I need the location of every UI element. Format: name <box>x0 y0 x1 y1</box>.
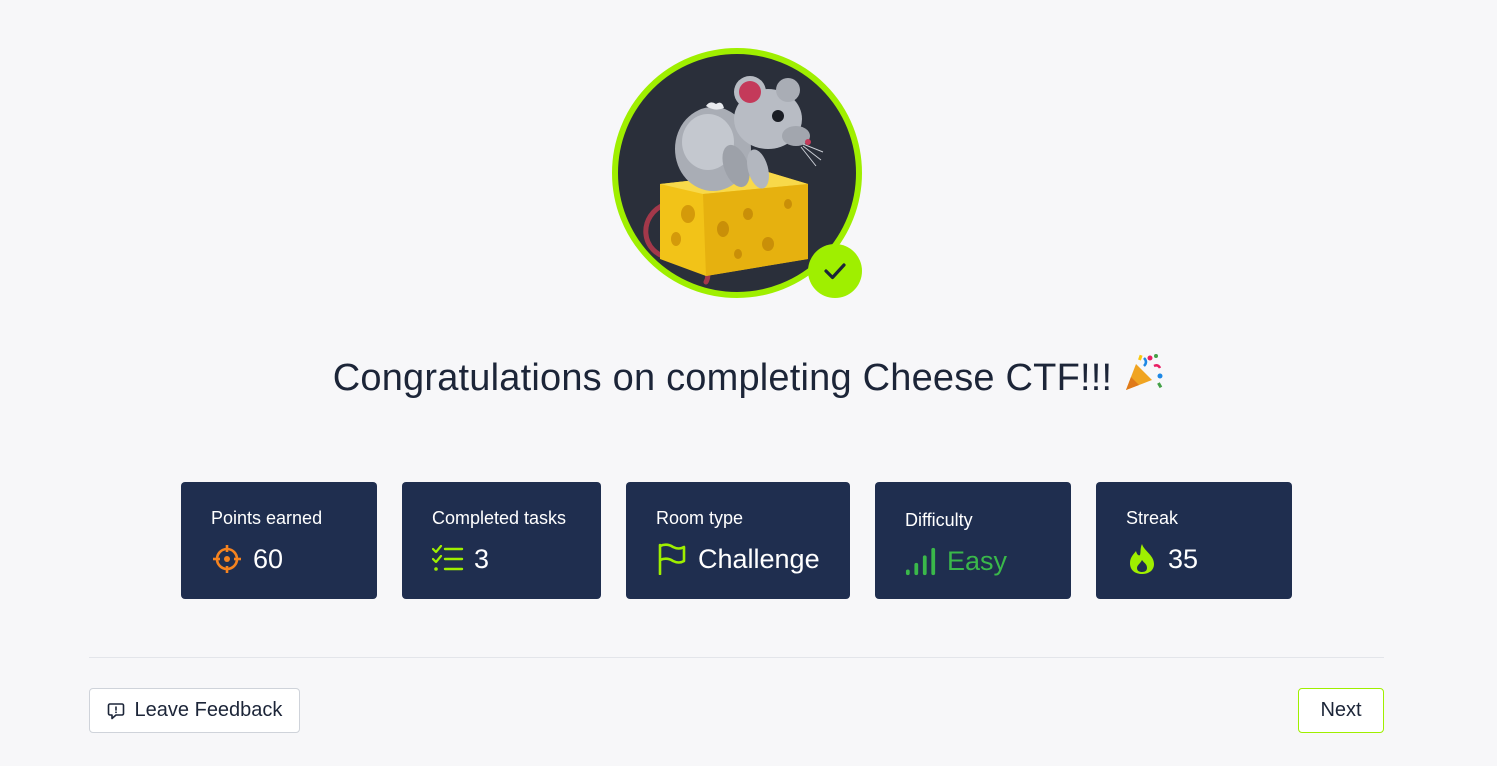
stat-card-tasks: Completed tasks 3 <box>402 482 601 599</box>
crosshair-icon <box>211 543 243 575</box>
stat-card-difficulty: Difficulty Easy <box>875 482 1071 599</box>
stat-value: Challenge <box>698 543 820 574</box>
stat-value: 35 <box>1168 543 1199 574</box>
title-text: Congratulations on completing Cheese CTF… <box>332 357 1113 399</box>
stat-label: Streak <box>1126 508 1179 528</box>
checklist-icon <box>432 543 464 575</box>
stat-value: 60 <box>253 543 284 574</box>
flame-icon <box>1126 543 1158 575</box>
party-popper-icon <box>1122 352 1164 404</box>
leave-feedback-button[interactable]: Leave Feedback <box>89 688 300 733</box>
completion-page: Congratulations on completing Cheese CTF… <box>0 0 1497 766</box>
stat-value: 3 <box>474 543 490 574</box>
feedback-icon <box>107 702 125 720</box>
stat-label: Points earned <box>211 508 323 528</box>
stat-value: Easy <box>947 545 1008 576</box>
stat-label: Room type <box>656 508 744 528</box>
flag-icon <box>656 543 688 575</box>
stat-card-points: Points earned 60 <box>181 482 377 599</box>
stat-label: Completed tasks <box>432 508 567 528</box>
stat-label: Difficulty <box>905 510 973 530</box>
leave-feedback-label: Leave Feedback <box>134 699 283 721</box>
footer-divider <box>89 657 1384 658</box>
completed-check-icon <box>808 244 862 298</box>
next-label: Next <box>1320 699 1362 721</box>
signal-bars-icon <box>905 545 937 577</box>
stat-card-streak: Streak 35 <box>1096 482 1292 599</box>
room-badge <box>612 48 862 298</box>
stat-card-room-type: Room type Challenge <box>626 482 850 599</box>
page-title: Congratulations on completing Cheese CTF… <box>0 352 1497 404</box>
next-button[interactable]: Next <box>1298 688 1384 733</box>
